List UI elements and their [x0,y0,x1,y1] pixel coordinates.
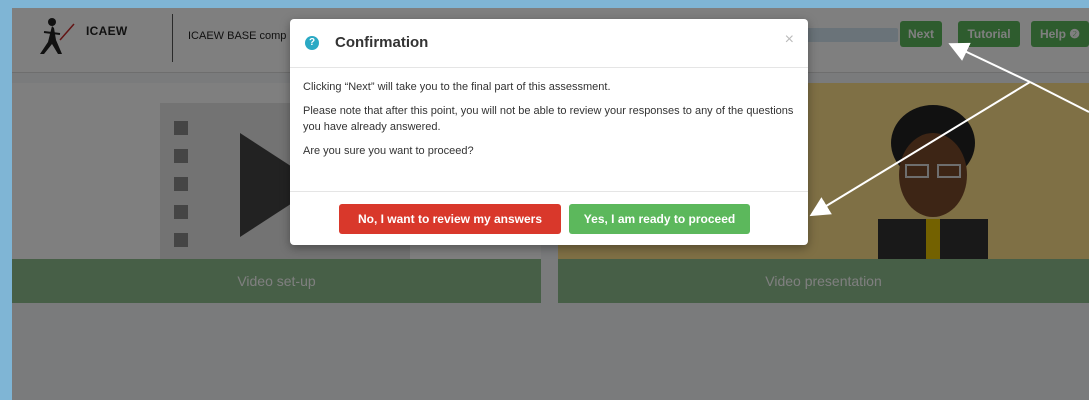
arrow-tail [1029,81,1089,113]
arrow-to-next [948,42,1031,83]
arrow-to-proceed [809,81,1031,217]
annotation-arrows [809,42,1089,217]
